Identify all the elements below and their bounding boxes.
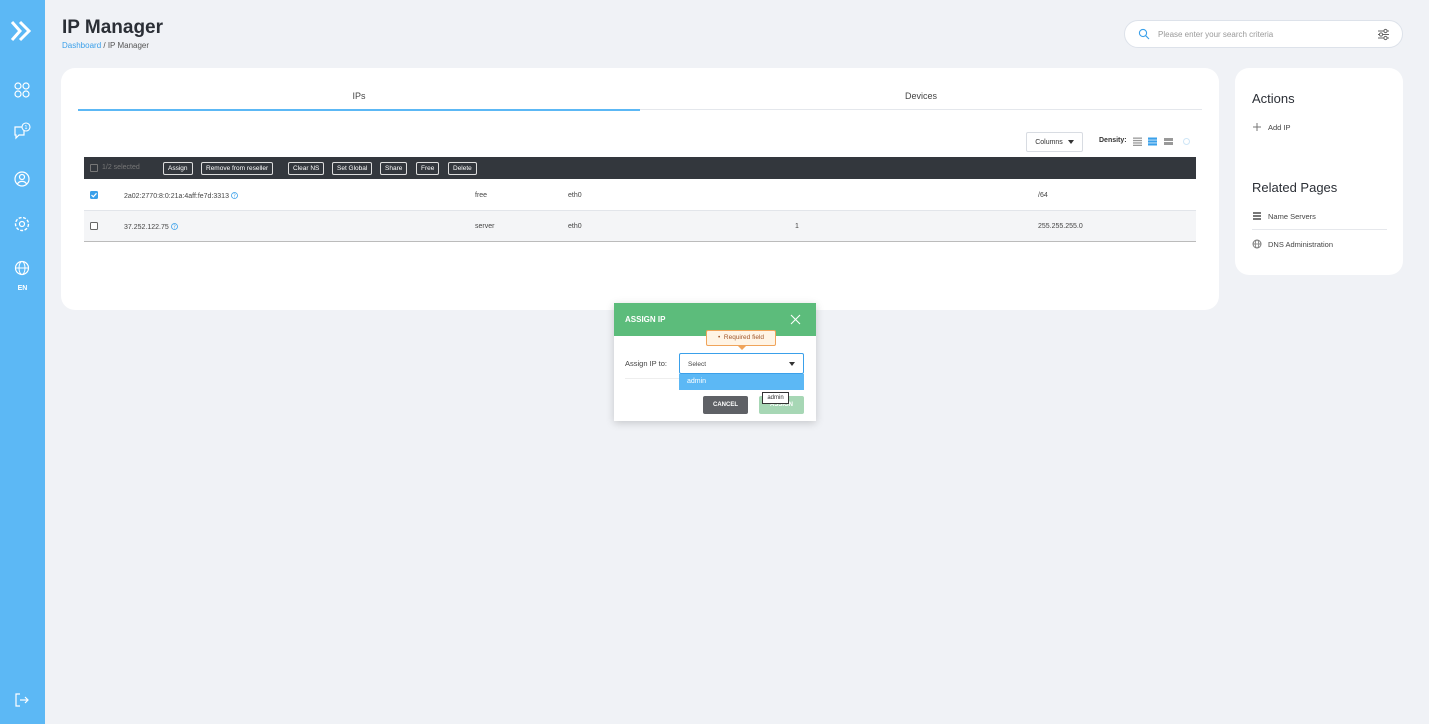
divider [1252,229,1387,230]
assign-user-select[interactable]: Select [679,353,804,374]
ip-address: 2a02:2770:8:0:21a:4aff:fe7d:3313 [124,193,229,200]
bulk-action-toolbar: 1/2 selected Assign Remove from reseller… [84,157,1196,179]
selection-count: 1/2 selected [102,164,140,171]
related-pages-heading: Related Pages [1252,180,1338,195]
ip-address: 37.252.122.75 [124,224,169,231]
chevron-down-icon [1067,140,1074,144]
table-row[interactable]: 2a02:2770:8:0:21a:4aff:fe7d:3313? free e… [84,180,1196,211]
hover-tooltip: admin [762,392,789,404]
breadcrumb-separator: / [101,41,108,50]
server-icon [1253,212,1261,220]
related-link-label: Name Servers [1268,211,1316,221]
row-checkbox[interactable] [90,222,98,230]
clear-ns-button[interactable]: Clear NS [288,162,325,175]
ip-manager-card: IPs Devices Columns Density: 1/2 selecte… [61,68,1219,310]
search-box [1124,20,1403,48]
apps-icon[interactable] [13,81,31,99]
free-button[interactable]: Free [416,162,440,175]
svg-text:?: ? [233,193,236,199]
required-field-text: Required field [723,334,764,341]
row-checkbox[interactable] [90,191,98,199]
logo-icon[interactable] [10,20,34,42]
tab-bar: IPs Devices [78,86,1202,111]
breadcrumb-dashboard-link[interactable]: Dashboard [62,41,101,50]
remove-from-reseller-button[interactable]: Remove from reseller [201,162,274,175]
tab-devices[interactable]: Devices [640,86,1202,110]
ip-cell[interactable]: 37.252.122.75? [124,223,178,231]
assign-ip-label: Assign IP to: [625,359,667,368]
close-icon[interactable] [790,314,801,325]
logout-icon[interactable] [13,691,31,709]
status-cell: free [475,192,488,199]
svg-text:1: 1 [24,125,27,131]
globe-icon [1252,239,1262,249]
plus-icon [1253,123,1261,131]
gear-icon[interactable] [13,215,31,233]
add-ip-link[interactable]: Add IP [1252,122,1291,132]
user-icon[interactable] [13,170,31,188]
density-comfortable-icon[interactable] [1164,137,1173,146]
delete-button[interactable]: Delete [448,162,477,175]
interface-cell: eth0 [568,192,582,199]
actions-panel: Actions Add IP Related Pages Name Server… [1235,68,1403,275]
search-icon [1138,28,1150,40]
select-value: Select [688,361,707,368]
info-icon[interactable]: ? [231,192,238,199]
filter-settings-icon[interactable] [1377,28,1390,41]
dropdown-option-admin[interactable]: admin [679,374,804,390]
breadcrumb: Dashboard / IP Manager [62,41,149,50]
assign-button[interactable]: Assign [163,162,193,175]
count-cell: 1 [795,223,799,230]
assign-ip-modal: ASSIGN IP Assign IP to: Select admin • R… [614,303,816,421]
density-standard-icon[interactable] [1148,137,1157,146]
breadcrumb-current: IP Manager [107,41,150,50]
cancel-button[interactable]: CANCEL [703,396,748,414]
actions-heading: Actions [1252,91,1295,106]
svg-text:?: ? [173,224,176,230]
divider [625,378,680,379]
chevron-down-icon [789,362,795,366]
density-compact-icon[interactable] [1133,137,1142,146]
related-link-label: DNS Administration [1268,239,1334,249]
set-global-button[interactable]: Set Global [332,162,373,175]
columns-button[interactable]: Columns [1026,132,1083,152]
share-button[interactable]: Share [380,162,408,175]
language-label[interactable]: EN [0,285,45,292]
modal-title: ASSIGN IP [625,315,666,324]
related-link-name-servers[interactable]: Name Servers [1252,211,1316,221]
related-link-dns-administration[interactable]: DNS Administration [1252,239,1333,249]
table-row[interactable]: 37.252.122.75? server eth0 1 255.255.255… [84,211,1196,242]
tab-ips[interactable]: IPs [78,86,640,111]
check-icon [91,192,97,198]
sidebar: 1 EN [0,0,45,724]
refresh-icon[interactable] [1182,137,1191,146]
add-ip-label: Add IP [1268,122,1291,132]
ip-cell[interactable]: 2a02:2770:8:0:21a:4aff:fe7d:3313? [124,192,238,200]
required-field-tooltip: • Required field [706,330,776,350]
page-title: IP Manager [62,17,164,38]
netmask-cell: /64 [1038,192,1048,199]
select-all-checkbox[interactable] [90,164,98,172]
search-input[interactable] [1158,28,1358,41]
density-label: Density: [1099,137,1127,144]
columns-label: Columns [1035,138,1063,146]
globe-icon[interactable] [13,259,31,277]
chat-icon[interactable]: 1 [13,122,31,140]
netmask-cell: 255.255.255.0 [1038,223,1083,230]
status-cell: server [475,223,495,230]
interface-cell: eth0 [568,223,582,230]
info-icon[interactable]: ? [170,223,178,230]
